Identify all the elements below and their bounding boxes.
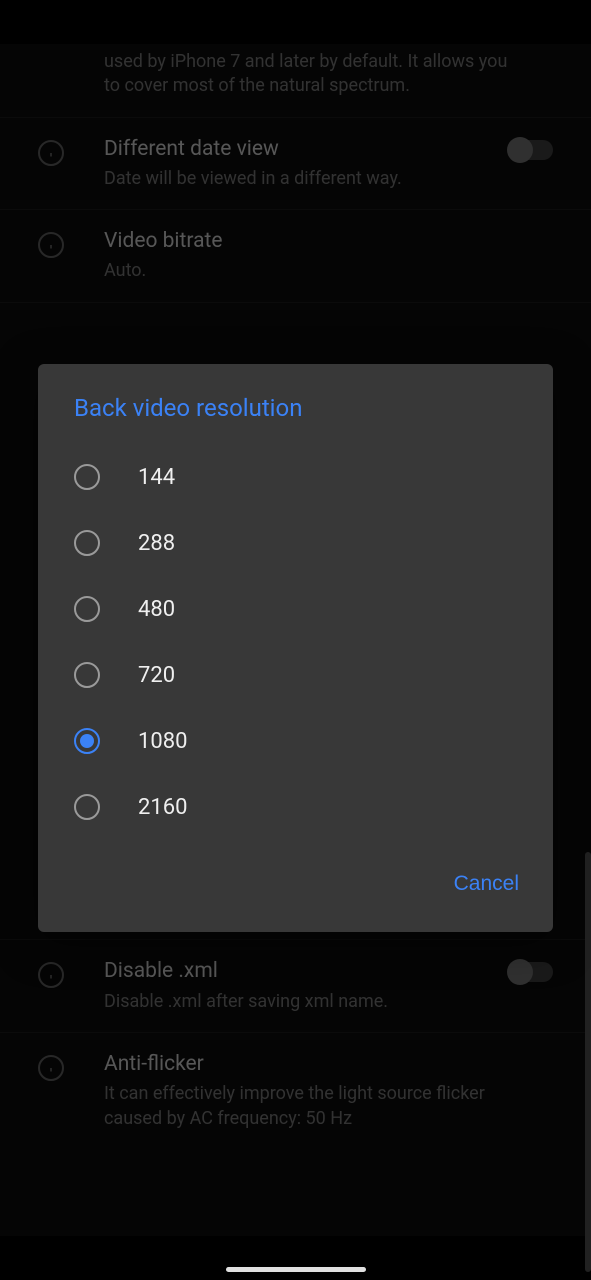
radio-icon bbox=[74, 662, 100, 688]
radio-label: 288 bbox=[138, 531, 175, 556]
radio-label: 2160 bbox=[138, 795, 187, 820]
radio-option-288[interactable]: 288 bbox=[38, 510, 553, 576]
radio-icon bbox=[74, 464, 100, 490]
radio-label: 144 bbox=[138, 465, 175, 490]
radio-icon bbox=[74, 596, 100, 622]
dialog-title: Back video resolution bbox=[38, 364, 553, 444]
radio-option-1080[interactable]: 1080 bbox=[38, 708, 553, 774]
radio-list: 144 288 480 720 1080 2160 bbox=[38, 444, 553, 852]
home-indicator[interactable] bbox=[226, 1267, 366, 1272]
resolution-dialog: Back video resolution 144 288 480 720 1080 21… bbox=[38, 364, 553, 932]
radio-label: 480 bbox=[138, 597, 175, 622]
radio-option-720[interactable]: 720 bbox=[38, 642, 553, 708]
radio-icon bbox=[74, 728, 100, 754]
radio-icon bbox=[74, 794, 100, 820]
radio-label: 1080 bbox=[138, 729, 187, 754]
dialog-actions: Cancel bbox=[38, 852, 553, 922]
radio-label: 720 bbox=[138, 663, 175, 688]
cancel-button[interactable]: Cancel bbox=[450, 862, 523, 906]
radio-option-480[interactable]: 480 bbox=[38, 576, 553, 642]
radio-icon bbox=[74, 530, 100, 556]
radio-option-2160[interactable]: 2160 bbox=[38, 774, 553, 840]
radio-option-144[interactable]: 144 bbox=[38, 444, 553, 510]
